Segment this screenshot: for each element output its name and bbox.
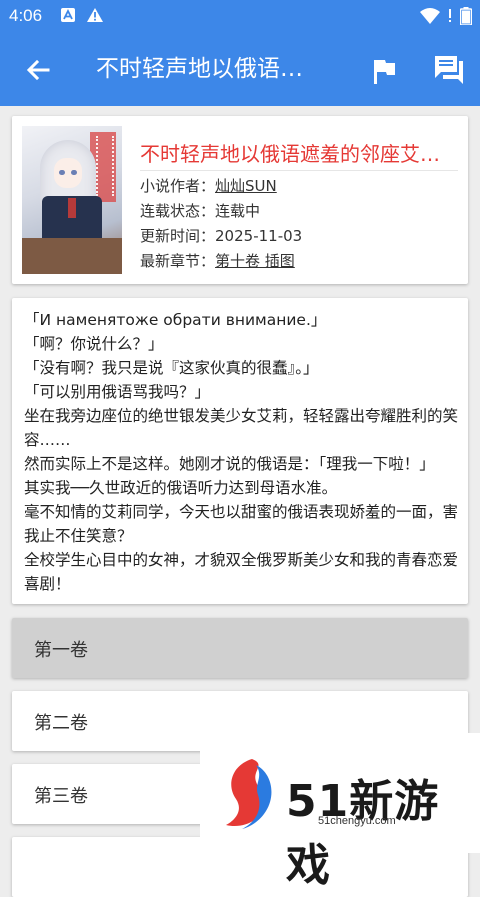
volume-item-1[interactable]: 第一卷 [12, 618, 468, 678]
updated-label: 更新时间： [140, 227, 216, 245]
book-info-card: 不时轻声地以俄语遮羞的邻座艾… 小说作者：灿灿SUN 连载状态：连载中 更新时间… [12, 116, 468, 284]
battery-icon [460, 7, 472, 25]
watermark-url: 51chengyu.com [318, 815, 396, 827]
flag-icon[interactable] [368, 54, 402, 88]
status-bar: 4:06 [0, 0, 480, 32]
volume-label: 第三卷 [34, 786, 88, 807]
status-row: 连载状态：连载中 [140, 201, 260, 221]
book-cover[interactable] [22, 126, 122, 274]
status-time: 4:06 [9, 6, 43, 25]
back-arrow-icon[interactable] [22, 54, 54, 86]
warning-icon [87, 8, 103, 22]
watermark-brand: 51新游戏 [286, 776, 440, 891]
book-description: 「И наменятоже обрати внимание.」 「啊？你说什么？… [24, 311, 459, 593]
description-card: 「И наменятоже обрати внимание.」 「啊？你说什么？… [12, 298, 468, 604]
wifi-icon [420, 8, 440, 24]
divider [140, 170, 458, 171]
page-title: 不时轻声地以俄语… [96, 56, 303, 82]
status-system-icons [420, 7, 472, 25]
brand-logo-icon [226, 759, 272, 829]
latest-chapter-link[interactable]: 第十卷 插图 [215, 252, 295, 270]
status-notifications [60, 7, 104, 23]
volume-label: 第一卷 [34, 640, 88, 661]
book-title: 不时轻声地以俄语遮羞的邻座艾… [140, 142, 440, 166]
notification-a-icon [61, 8, 75, 22]
author-label: 小说作者： [140, 177, 216, 195]
updated-row: 更新时间：2025-11-03 [140, 226, 302, 246]
status-label: 连载状态： [140, 202, 216, 220]
updated-value: 2025-11-03 [215, 227, 303, 245]
latest-chapter-label: 最新章节： [140, 252, 216, 270]
volume-label: 第二卷 [34, 713, 88, 734]
app-bar: 不时轻声地以俄语… [0, 32, 480, 106]
status-value: 连载中 [215, 202, 261, 220]
author-row: 小说作者：灿灿SUN [140, 176, 277, 196]
author-link[interactable]: 灿灿SUN [215, 177, 277, 195]
comment-icon[interactable] [431, 52, 467, 88]
latest-chapter-row: 最新章节：第十卷 插图 [140, 251, 295, 271]
warning-small-icon [449, 9, 451, 22]
watermark-overlay: 51新游戏 51chengyu.com [200, 733, 480, 891]
